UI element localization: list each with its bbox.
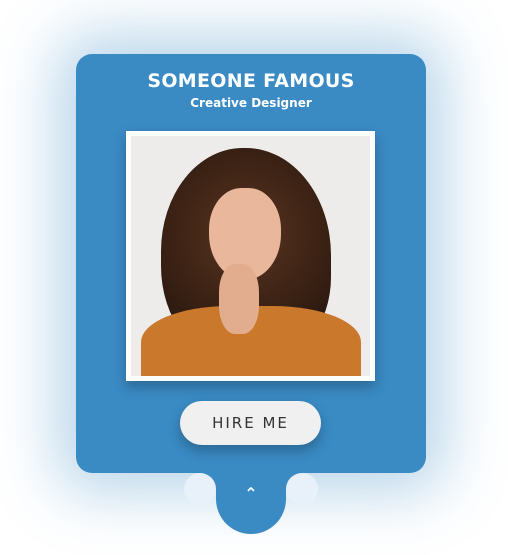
hire-me-button[interactable]: HIRE ME bbox=[180, 401, 321, 445]
photo-hand bbox=[219, 264, 259, 334]
tab-fillet-right bbox=[286, 473, 318, 505]
profile-role: Creative Designer bbox=[190, 96, 312, 110]
tab-fillet-left bbox=[184, 473, 216, 505]
profile-photo bbox=[126, 131, 375, 381]
profile-card: SOMEONE FAMOUS Creative Designer HIRE ME bbox=[76, 54, 426, 473]
chevron-up-icon[interactable]: ⌃ bbox=[216, 484, 286, 503]
profile-name: SOMEONE FAMOUS bbox=[147, 70, 355, 92]
